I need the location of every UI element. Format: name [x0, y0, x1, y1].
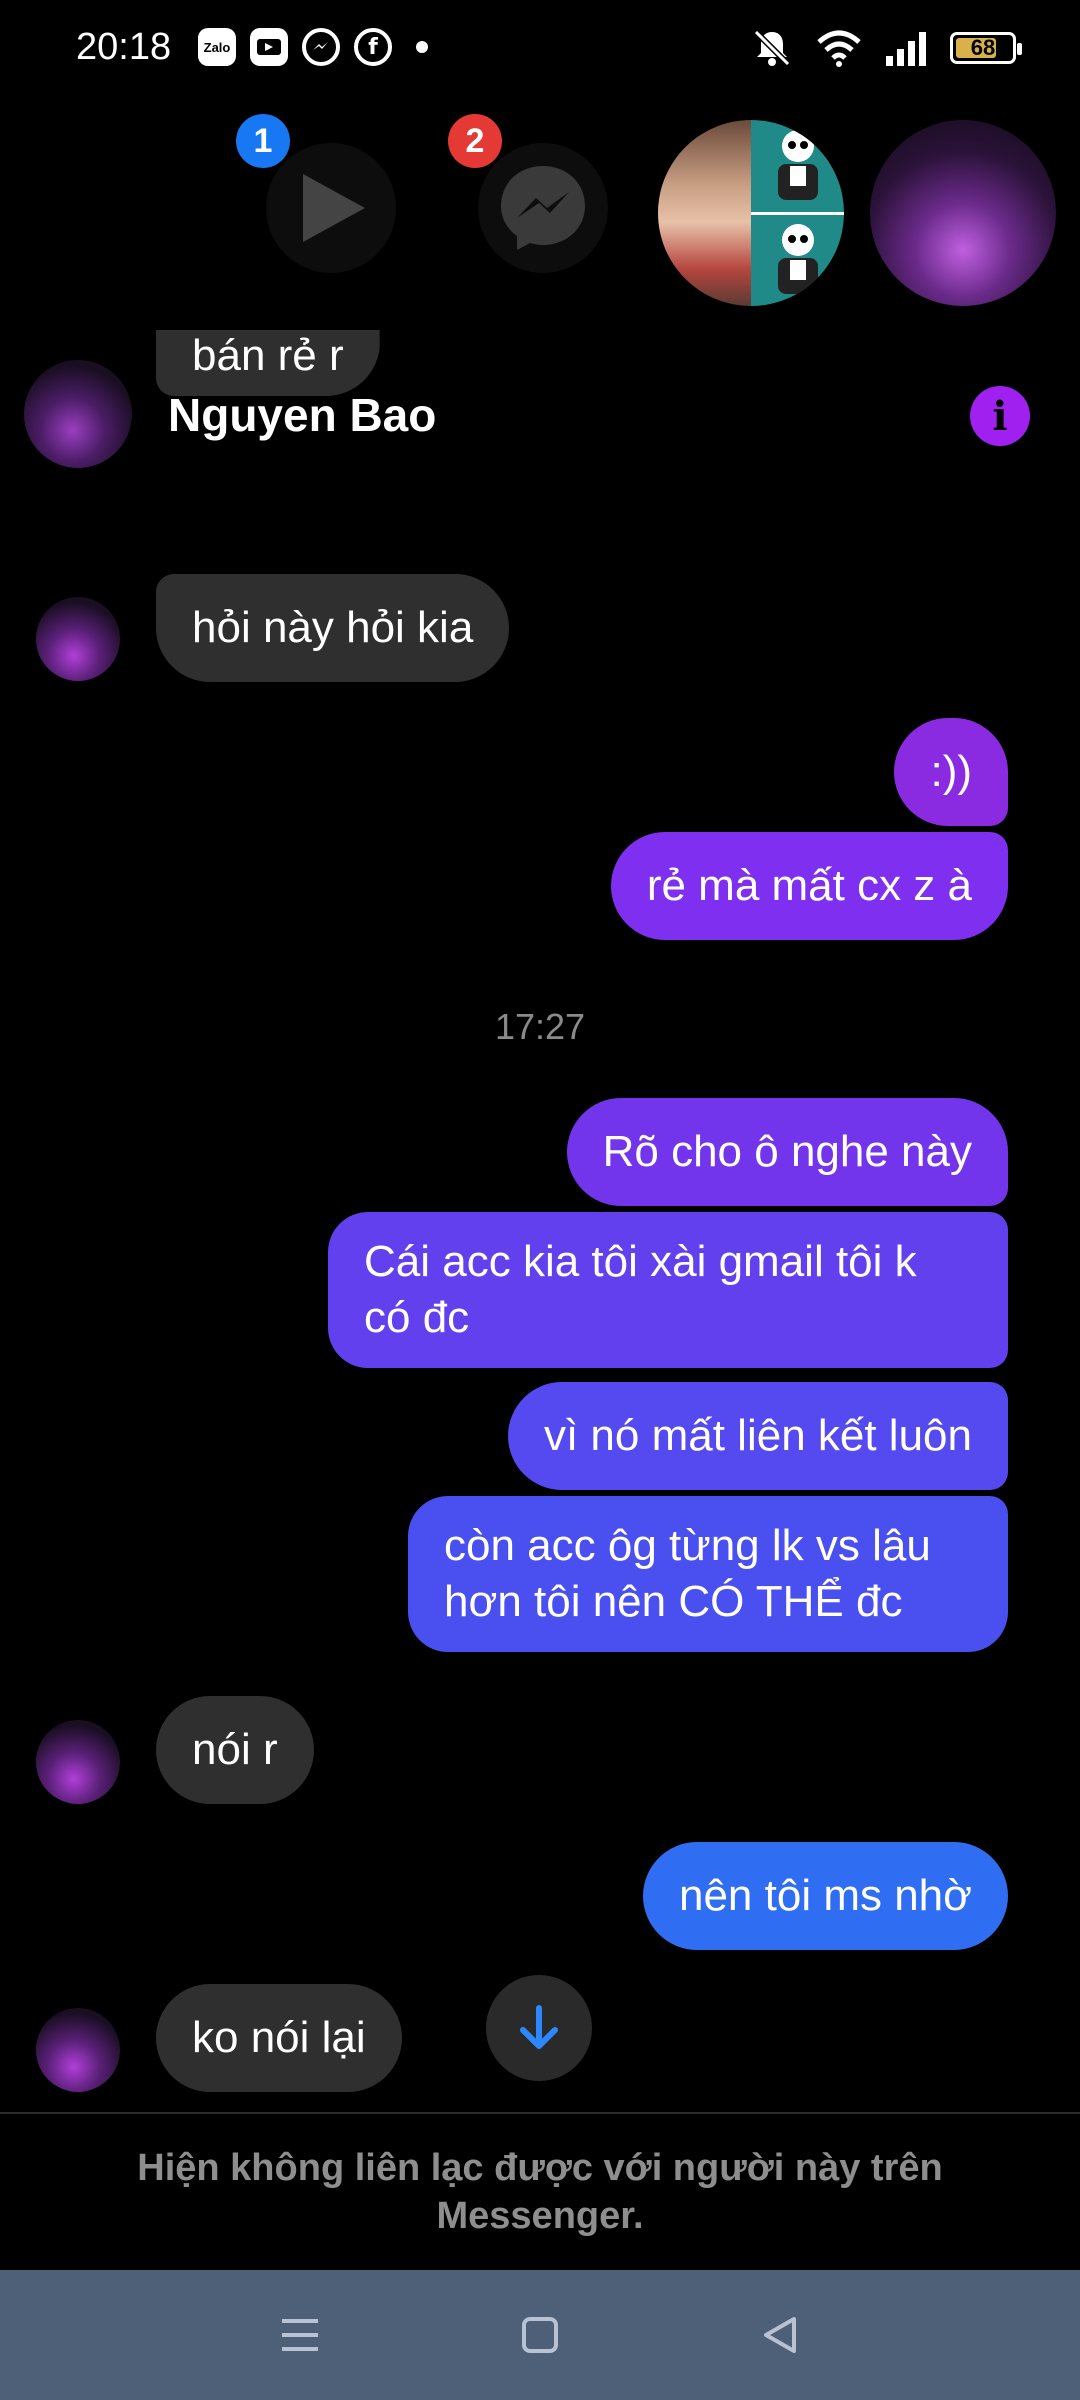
battery-level: 68: [970, 35, 996, 60]
more-notifications-dot: [416, 41, 428, 53]
message-outgoing[interactable]: vì nó mất liên kết luôn: [507, 1382, 1008, 1490]
message-timestamp: 17:27: [494, 1006, 586, 1047]
mute-icon: [753, 29, 791, 67]
message-incoming[interactable]: ko nói lại: [156, 1984, 402, 2092]
message-outgoing[interactable]: Cái acc kia tôi xài gmail tôi k có đc: [328, 1212, 1008, 1368]
chat-heads-tray: 1 2: [0, 100, 1080, 330]
video-badge: 1: [236, 114, 290, 168]
signal-icon: [886, 32, 926, 66]
group-avatar-person: [658, 120, 751, 306]
message-incoming[interactable]: nói r: [156, 1696, 314, 1804]
messenger-icon: [501, 166, 585, 250]
sender-avatar[interactable]: [36, 2008, 120, 2092]
message-outgoing[interactable]: Rõ cho ô nghe này: [566, 1098, 1008, 1206]
group-chat-head[interactable]: [658, 120, 844, 306]
message-outgoing[interactable]: nên tôi ms nhờ: [642, 1842, 1008, 1950]
system-nav-bar: [0, 2270, 1080, 2400]
chat-panel: Nguyen Bao i bán rẻ r hỏi này hỏi kia :)…: [0, 330, 1080, 2270]
group-avatar-skeleton: [751, 120, 844, 306]
notification-icons: Zalo f: [198, 28, 428, 66]
menu-icon: [282, 2319, 318, 2351]
zing-mp3-icon: [250, 28, 288, 66]
system-icons: 68: [750, 26, 1022, 70]
message-outgoing[interactable]: :)): [894, 718, 1008, 826]
status-time: 20:18: [76, 26, 172, 68]
arrow-down-icon: [520, 2005, 558, 2049]
video-chat-head[interactable]: [266, 143, 396, 273]
menu-nav-button[interactable]: [270, 2305, 330, 2365]
unavailable-notice: Hiện không liên lạc được với người này t…: [0, 2112, 1080, 2270]
back-nav-button[interactable]: [750, 2305, 810, 2365]
wifi-icon: [817, 30, 861, 67]
play-icon: [303, 174, 365, 242]
sender-avatar[interactable]: [36, 597, 120, 681]
zalo-icon: Zalo: [198, 28, 236, 66]
contact-chat-head[interactable]: [870, 120, 1056, 306]
home-square-icon: [522, 2317, 558, 2353]
battery-indicator: 68: [950, 32, 1022, 64]
unavailable-notice-text: Hiện không liên lạc được với người này t…: [137, 2147, 943, 2237]
facebook-icon: f: [354, 28, 392, 66]
messenger-icon: [302, 28, 340, 66]
status-bar: 20:18 Zalo f 68: [0, 0, 1080, 100]
message-outgoing[interactable]: rẻ mà mất cx z à: [610, 832, 1008, 940]
message-outgoing[interactable]: còn acc ôg từng lk vs lâu hơn tôi nên CÓ…: [408, 1496, 1008, 1652]
messenger-badge: 2: [448, 114, 502, 168]
back-triangle-icon: [764, 2317, 796, 2353]
message-incoming[interactable]: hỏi này hỏi kia: [156, 574, 510, 682]
scroll-to-bottom-button[interactable]: [486, 1975, 592, 2081]
sender-avatar[interactable]: [36, 1720, 120, 1804]
messenger-chat-head[interactable]: [478, 143, 608, 273]
home-nav-button[interactable]: [510, 2305, 570, 2365]
